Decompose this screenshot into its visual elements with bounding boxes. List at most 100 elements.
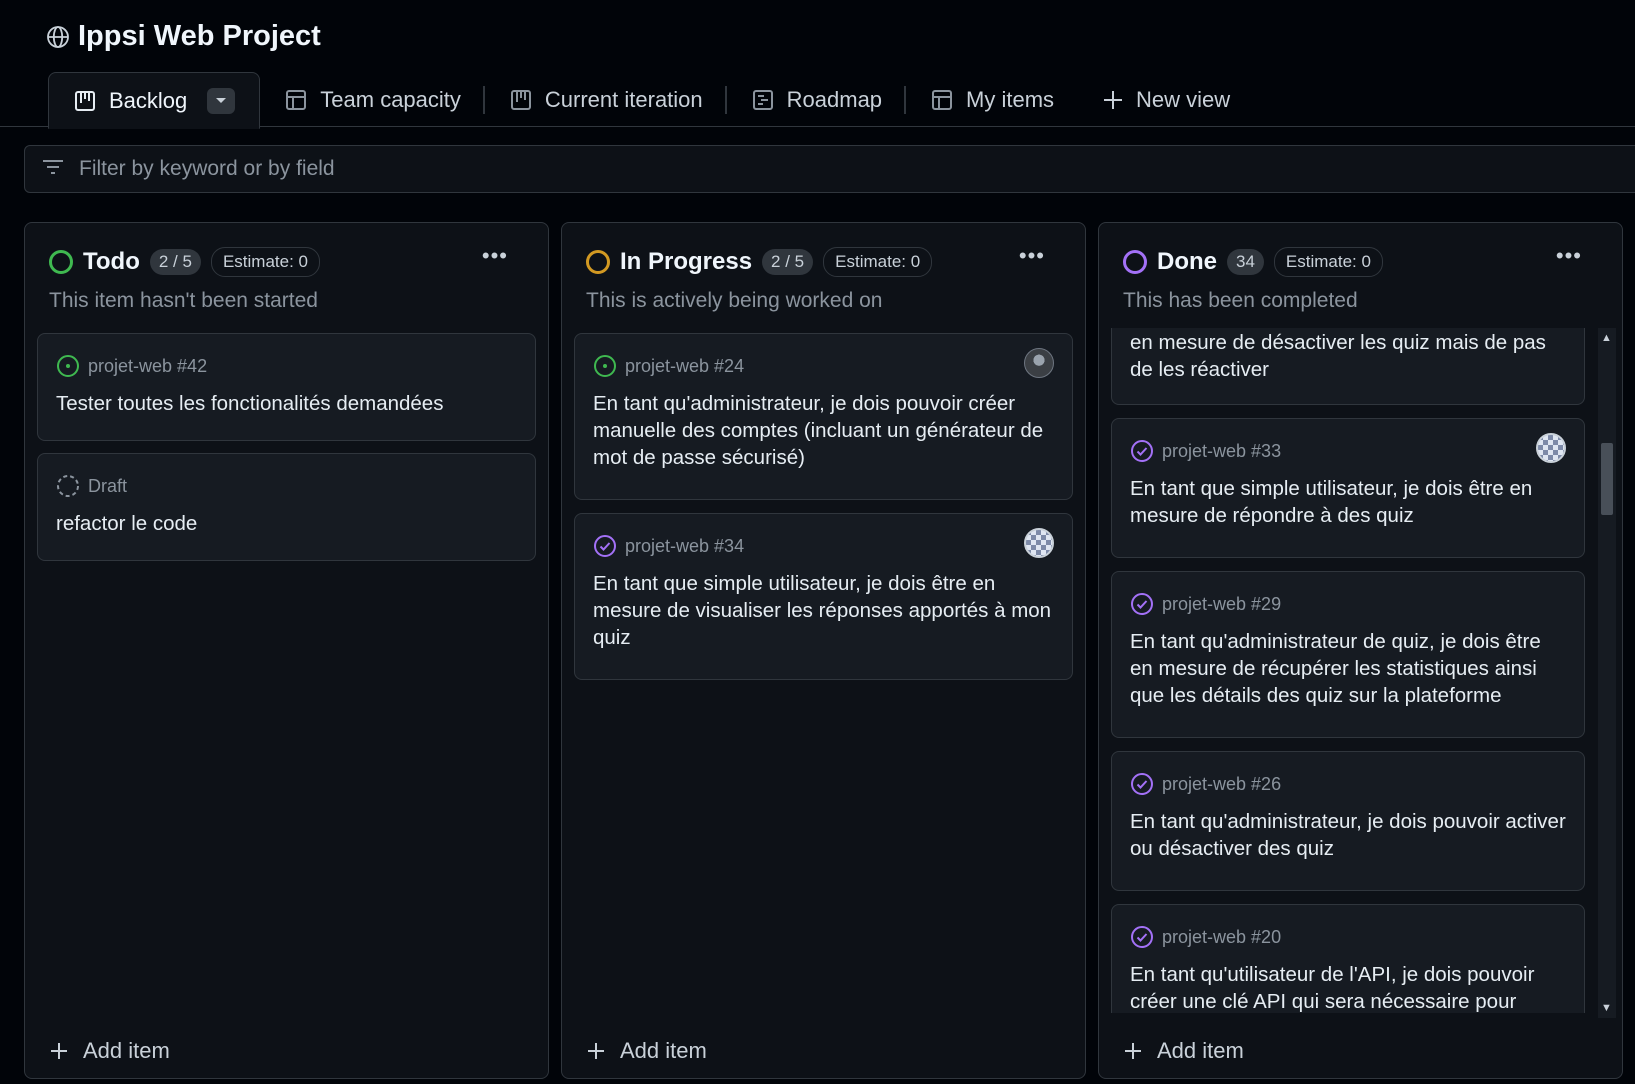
plus-icon [51, 1043, 67, 1059]
card-reference[interactable]: projet-web #26 [1162, 774, 1281, 795]
filter-bar [24, 145, 1635, 193]
board-icon [73, 89, 97, 113]
tab-current-iteration[interactable]: Current iteration [485, 72, 727, 128]
card-title[interactable]: En tant qu'administrateur, je dois pouvo… [1130, 808, 1566, 862]
scroll-up-arrow[interactable]: ▲ [1601, 332, 1612, 344]
card-reference[interactable]: projet-web #33 [1162, 441, 1281, 462]
card-list: projet-web #42 Tester toutes les fonctio… [37, 333, 536, 1018]
card-title[interactable]: En tant qu'administrateur de quiz, je do… [1130, 628, 1566, 709]
issue-closed-icon [1131, 926, 1153, 948]
card-meta: projet-web #29 [1130, 592, 1281, 616]
tab-backlog[interactable]: Backlog [48, 72, 261, 129]
estimate-badge: Estimate: 0 [1273, 247, 1383, 277]
tab-label: Team capacity [320, 87, 461, 112]
estimate-badge: Estimate: 0 [823, 247, 933, 277]
plus-icon [1125, 1043, 1141, 1059]
column-description: This has been completed [1123, 289, 1358, 312]
project-header: Ippsi Web Project Backlog Team capacity … [0, 0, 1635, 129]
board-icon [509, 88, 533, 112]
scrollbar-thumb[interactable] [1601, 443, 1613, 515]
tab-my-items[interactable]: My items [906, 72, 1078, 128]
card-reference[interactable]: projet-web #42 [88, 356, 207, 377]
tab-label: Backlog [109, 87, 188, 113]
add-item-button[interactable]: Add item [586, 1038, 707, 1064]
card-title[interactable]: En tant que simple utilisateur, je dois … [1130, 475, 1566, 529]
status-done-icon [1123, 250, 1147, 274]
card[interactable]: projet-web #24 En tant qu'administrateur… [574, 333, 1073, 500]
card-meta: projet-web #20 [1130, 925, 1281, 949]
globe-icon [46, 25, 70, 49]
column-menu-button[interactable]: ••• [1019, 243, 1045, 269]
card[interactable]: Draft refactor le code [37, 453, 536, 561]
column-header: In Progress 2 / 5 Estimate: 0 [586, 247, 933, 277]
item-count-badge: 2 / 5 [149, 249, 201, 275]
card-reference[interactable]: projet-web #24 [625, 356, 744, 377]
tab-label: Current iteration [544, 87, 703, 112]
add-item-label: Add item [83, 1038, 170, 1063]
card-title[interactable]: En tant qu'utilisateur de l'API, je dois… [1130, 961, 1566, 1013]
assignee-avatar[interactable] [1024, 528, 1054, 558]
card-list[interactable]: en mesure de désactiver les quiz mais de… [1111, 328, 1592, 1013]
issue-draft-icon [57, 475, 79, 497]
card-meta: Draft [56, 474, 127, 498]
card-list: projet-web #24 En tant qu'administrateur… [574, 333, 1073, 1018]
card-title[interactable]: en mesure de désactiver les quiz mais de… [1130, 329, 1566, 383]
plus-icon [1102, 89, 1124, 111]
add-item-button[interactable]: Add item [49, 1038, 170, 1064]
item-count-badge: 2 / 5 [762, 249, 814, 275]
estimate-badge: Estimate: 0 [210, 247, 320, 277]
tab-label: New view [1136, 87, 1231, 112]
tab-roadmap[interactable]: Roadmap [727, 72, 907, 128]
filter-input[interactable] [79, 157, 1279, 181]
column-menu-button[interactable]: ••• [482, 243, 508, 269]
column-header: Todo 2 / 5 Estimate: 0 [49, 247, 320, 277]
column-menu-button[interactable]: ••• [1556, 243, 1582, 269]
card[interactable]: projet-web #29 En tant qu'administrateur… [1111, 571, 1585, 738]
tab-team-capacity[interactable]: Team capacity [260, 72, 485, 128]
scroll-down-arrow[interactable]: ▼ [1601, 1002, 1612, 1014]
issue-open-icon [594, 355, 616, 377]
filter-icon [41, 157, 65, 182]
card-meta: projet-web #42 [56, 354, 207, 378]
status-in-progress-icon [586, 250, 610, 274]
card-title[interactable]: En tant qu'administrateur, je dois pouvo… [593, 390, 1054, 471]
add-item-label: Add item [620, 1038, 707, 1063]
chevron-down-icon [216, 97, 227, 103]
card-reference[interactable]: projet-web #34 [625, 536, 744, 557]
column-title: Done [1157, 248, 1217, 275]
card[interactable]: en mesure de désactiver les quiz mais de… [1111, 328, 1585, 405]
assignee-avatar[interactable] [1536, 433, 1566, 463]
card-title[interactable]: refactor le code [56, 510, 517, 537]
issue-open-icon [57, 355, 79, 377]
column-title: In Progress [620, 248, 753, 275]
card-reference: Draft [88, 475, 128, 496]
issue-closed-icon [1131, 593, 1153, 615]
card[interactable]: projet-web #34 En tant que simple utilis… [574, 513, 1073, 680]
card[interactable]: projet-web #42 Tester toutes les fonctio… [37, 333, 536, 441]
issue-closed-icon [594, 535, 616, 557]
card[interactable]: projet-web #20 En tant qu'utilisateur de… [1111, 904, 1585, 1013]
new-view-button[interactable]: New view [1078, 72, 1254, 128]
card-title[interactable]: En tant que simple utilisateur, je dois … [593, 570, 1054, 651]
view-tabs: Backlog Team capacity Current iteration … [48, 72, 1254, 129]
column-header: Done 34 Estimate: 0 [1123, 247, 1383, 277]
card-meta: projet-web #33 [1130, 439, 1281, 463]
tab-options-button[interactable] [207, 87, 236, 114]
card[interactable]: projet-web #33 En tant que simple utilis… [1111, 418, 1585, 558]
card-title[interactable]: Tester toutes les fonctionalités demandé… [56, 390, 517, 417]
add-item-button[interactable]: Add item [1123, 1038, 1244, 1064]
add-item-label: Add item [1157, 1038, 1244, 1063]
card-meta: projet-web #24 [593, 354, 744, 378]
column-title: Todo [83, 248, 140, 275]
vertical-scrollbar[interactable]: ▲ ▼ [1598, 328, 1616, 1018]
project-title[interactable]: Ippsi Web Project [78, 20, 321, 53]
assignee-avatar[interactable] [1024, 348, 1054, 378]
column-done: Done 34 Estimate: 0 ••• This has been co… [1098, 222, 1623, 1079]
item-count-badge: 34 [1227, 249, 1264, 275]
card-reference[interactable]: projet-web #29 [1162, 594, 1281, 615]
card-reference[interactable]: projet-web #20 [1162, 927, 1281, 948]
issue-closed-icon [1131, 440, 1153, 462]
column-description: This item hasn't been started [49, 289, 318, 312]
card[interactable]: projet-web #26 En tant qu'administrateur… [1111, 751, 1585, 891]
project-title-row: Ippsi Web Project [46, 20, 321, 53]
